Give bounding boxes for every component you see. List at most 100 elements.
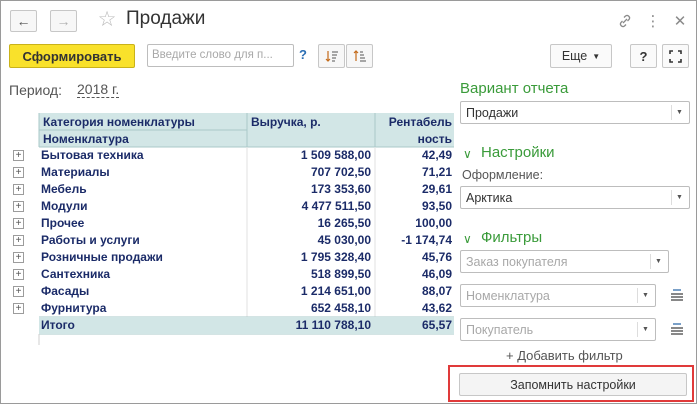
total-label: Итого <box>41 318 75 332</box>
generate-button[interactable]: Сформировать <box>9 44 135 68</box>
row-revenue: 1 214 651,00 <box>300 284 371 298</box>
row-category-name: Материалы <box>41 165 110 179</box>
header-revenue: Выручка, р. <box>251 115 321 129</box>
chevron-down-icon[interactable]: ∨ <box>463 232 472 246</box>
filter-order-field[interactable]: Заказ покупателя ▼ <box>460 250 669 273</box>
row-category-name: Мебель <box>41 182 87 196</box>
row-revenue: 1 795 328,40 <box>300 250 371 264</box>
close-icon[interactable]: ✕ <box>669 10 691 32</box>
total-profitability: 65,57 <box>421 318 452 332</box>
design-label: Оформление: <box>462 168 544 182</box>
row-category-name: Модули <box>41 199 88 213</box>
header-profitability: Рентабель <box>388 115 452 129</box>
table-row[interactable]: + Фасады 1 214 651,00 88,07 <box>9 283 454 300</box>
dropdown-arrow-icon[interactable]: ▼ <box>671 105 687 120</box>
report-table: Категория номенклатуры Номенклатура Выру… <box>9 113 454 345</box>
more-vertical-icon[interactable]: ⋮ <box>642 10 664 32</box>
expand-row-icon[interactable]: + <box>13 218 24 229</box>
sort-ascending-icon <box>353 50 366 62</box>
table-row[interactable]: + Фурнитура 652 458,10 43,62 <box>9 300 454 317</box>
arrow-right-icon: → <box>56 13 71 29</box>
filter-nomenclature-placeholder: Номенклатура <box>466 289 550 303</box>
header-profitability-line2: ность <box>417 132 452 146</box>
list-select-icon[interactable] <box>670 288 684 302</box>
table-row[interactable]: + Сантехника 518 899,50 46,09 <box>9 266 454 283</box>
table-row[interactable]: + Прочее 16 265,50 100,00 <box>9 215 454 232</box>
row-profitability: 71,21 <box>421 165 452 179</box>
row-profitability: 88,07 <box>421 284 452 298</box>
arrow-left-icon: ← <box>16 13 31 29</box>
expand-row-icon[interactable]: + <box>13 235 24 246</box>
link-icon[interactable] <box>614 10 636 32</box>
filter-nomenclature-field[interactable]: Номенклатура ▼ <box>460 284 656 307</box>
forward-button[interactable]: → <box>50 10 77 32</box>
sort-descending-icon <box>325 51 338 62</box>
period-value-link[interactable]: 2018 г. <box>77 82 120 98</box>
sort-descending-button[interactable] <box>318 44 345 68</box>
add-filter-link[interactable]: + Добавить фильтр <box>506 348 623 363</box>
favorite-star-icon[interactable]: ☆ <box>95 7 119 33</box>
save-settings-button[interactable]: Запомнить настройки <box>459 373 687 396</box>
more-button[interactable]: Еще ▼ <box>550 44 612 68</box>
total-row-content: Итого 11 110 788,10 65,57 <box>9 317 454 334</box>
variant-select-value: Продажи <box>466 106 519 120</box>
table-row[interactable]: + Модули 4 477 511,50 93,50 <box>9 198 454 215</box>
variant-select[interactable]: Продажи ▼ <box>460 101 690 124</box>
table-row[interactable]: + Работы и услуги 45 030,00 -1 174,74 <box>9 232 454 249</box>
row-category-name: Работы и услуги <box>41 233 140 247</box>
row-category-name: Розничные продажи <box>41 250 163 264</box>
help-button[interactable]: ? <box>630 44 657 68</box>
row-profitability: 29,61 <box>421 182 452 196</box>
row-profitability: 46,09 <box>421 267 452 281</box>
table-row[interactable]: + Мебель 173 353,60 29,61 <box>9 181 454 198</box>
row-revenue: 4 477 511,50 <box>301 199 371 213</box>
row-revenue: 707 702,50 <box>310 165 371 179</box>
row-revenue: 652 458,10 <box>310 301 371 315</box>
filter-buyer-placeholder: Покупатель <box>466 323 534 337</box>
row-revenue: 173 353,60 <box>310 182 371 196</box>
filters-section-title[interactable]: Фильтры <box>481 229 542 246</box>
expand-row-icon[interactable]: + <box>13 252 24 263</box>
total-revenue: 11 110 788,10 <box>295 318 371 332</box>
search-help-link[interactable]: ? <box>299 47 307 62</box>
filter-buyer-field[interactable]: Покупатель ▼ <box>460 318 656 341</box>
expand-row-icon[interactable]: + <box>13 201 24 212</box>
page-title: Продажи <box>126 8 206 29</box>
dropdown-arrow-icon[interactable]: ▼ <box>671 190 687 205</box>
back-button[interactable]: ← <box>10 10 37 32</box>
expand-row-icon[interactable]: + <box>13 303 24 314</box>
chevron-down-icon: ▼ <box>592 51 601 61</box>
search-input[interactable]: Введите слово для п... <box>147 44 294 67</box>
row-profitability: 43,62 <box>421 301 452 315</box>
expand-row-icon[interactable]: + <box>13 167 24 178</box>
row-profitability: 93,50 <box>421 199 452 213</box>
dropdown-arrow-icon[interactable]: ▼ <box>637 322 653 337</box>
row-revenue: 45 030,00 <box>317 233 371 247</box>
fullscreen-button[interactable] <box>662 44 689 68</box>
more-button-label: Еще <box>561 49 588 63</box>
row-revenue: 16 265,50 <box>317 216 371 230</box>
expand-row-icon[interactable]: + <box>13 286 24 297</box>
design-select[interactable]: Арктика ▼ <box>460 186 690 209</box>
table-row[interactable]: + Розничные продажи 1 795 328,40 45,76 <box>9 249 454 266</box>
period-label: Период: <box>9 82 62 98</box>
expand-row-icon[interactable]: + <box>13 150 24 161</box>
row-profitability: 100,00 <box>415 216 452 230</box>
list-select-icon[interactable] <box>670 322 684 336</box>
expand-row-icon[interactable]: + <box>13 184 24 195</box>
report-window: ← → ☆ Продажи ⋮ ✕ Сформировать Введите с… <box>0 0 697 404</box>
chevron-down-icon[interactable]: ∨ <box>463 147 472 161</box>
table-row[interactable]: + Бытовая техника 1 509 588,00 42,49 <box>9 147 454 164</box>
variant-section-title: Вариант отчета <box>460 80 569 97</box>
table-row[interactable]: + Материалы 707 702,50 71,21 <box>9 164 454 181</box>
dropdown-arrow-icon[interactable]: ▼ <box>637 288 653 303</box>
header-category: Категория номенклатуры <box>43 115 195 129</box>
row-profitability: 45,76 <box>421 250 452 264</box>
sort-ascending-button[interactable] <box>346 44 373 68</box>
row-category-name: Фурнитура <box>41 301 107 315</box>
row-profitability: 42,49 <box>421 148 452 162</box>
dropdown-arrow-icon[interactable]: ▼ <box>650 254 666 269</box>
filter-order-placeholder: Заказ покупателя <box>466 255 568 269</box>
settings-section-title[interactable]: Настройки <box>481 144 555 161</box>
expand-row-icon[interactable]: + <box>13 269 24 280</box>
